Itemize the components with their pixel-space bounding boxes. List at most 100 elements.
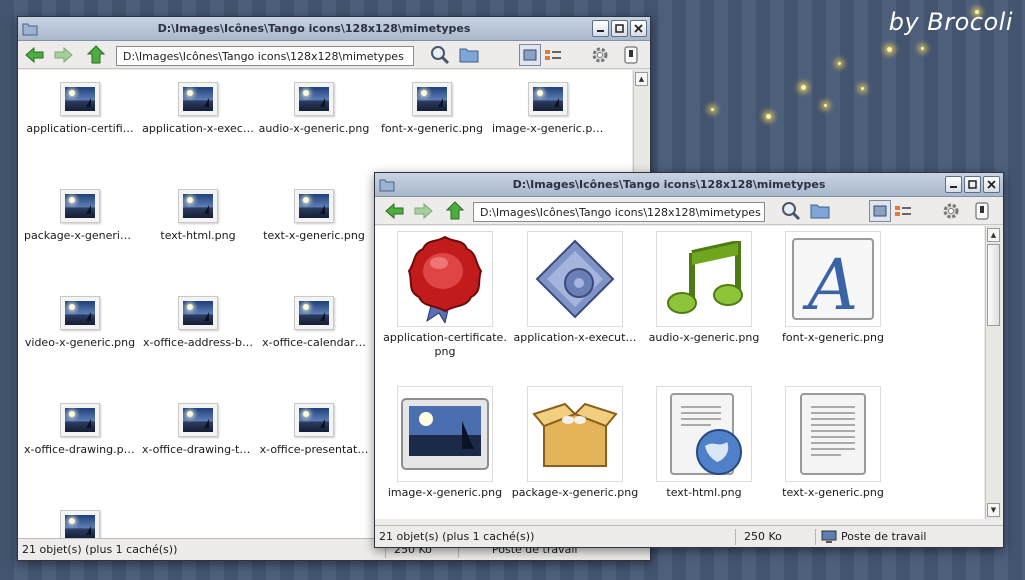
close-button[interactable] [630, 20, 647, 37]
file-item[interactable]: application-certificate. png [381, 231, 509, 359]
file-item[interactable]: font-x-generic.png [376, 82, 488, 136]
scroll-up-button[interactable]: ▲ [987, 228, 1000, 242]
file-name: video-x-generic.png [24, 336, 136, 349]
image-file-icon [528, 82, 568, 116]
folder-icon[interactable] [458, 44, 480, 66]
detail-view-icon[interactable] [892, 200, 914, 222]
address-bar[interactable]: D:\Images\Icônes\Tango icons\128x128\mim… [473, 202, 765, 222]
icon-view-icon[interactable] [869, 200, 891, 222]
status-bar: 21 objet(s) (plus 1 caché(s)) 250 Ko Pos… [375, 525, 1003, 547]
folder-icon[interactable] [809, 200, 831, 222]
sparkle [861, 87, 864, 90]
file-name: application-x-execut… [513, 331, 637, 344]
maximize-button[interactable] [964, 176, 981, 193]
gear-icon[interactable] [589, 44, 611, 66]
file-item[interactable]: text-x-generic.png [258, 189, 370, 243]
file-item[interactable]: application-x-exec… [142, 82, 254, 136]
forward-arrow-icon[interactable] [412, 200, 434, 222]
close-button[interactable] [983, 176, 1000, 193]
file-item[interactable]: package-x-generic… [24, 189, 136, 243]
scroll-up-button[interactable]: ▲ [635, 72, 648, 86]
text-icon [785, 386, 881, 482]
detail-view-icon[interactable] [542, 44, 564, 66]
file-name: font-x-generic.png [381, 122, 483, 135]
sparkle [975, 10, 979, 14]
gear-icon[interactable] [940, 200, 962, 222]
file-item[interactable]: x-office-calendar… [258, 296, 370, 350]
panel-toggle-icon[interactable] [971, 200, 993, 222]
file-name: x-office-drawing-te… [142, 443, 254, 456]
image-file-icon [294, 296, 334, 330]
file-item[interactable]: image-x-generic.png [492, 82, 604, 136]
file-item[interactable] [24, 510, 136, 539]
file-item[interactable]: image-x-generic.png [381, 386, 509, 500]
file-name: x-office-presentat… [259, 443, 369, 456]
sparkle [711, 108, 714, 111]
up-arrow-icon[interactable] [85, 44, 107, 66]
svg-text:A: A [802, 244, 859, 323]
title-bar[interactable]: D:\Images\Icônes\Tango icons\128x128\mim… [18, 17, 650, 41]
title-bar[interactable]: D:\Images\Icônes\Tango icons\128x128\mim… [375, 173, 1003, 197]
file-name: application-certifi… [26, 122, 134, 135]
file-name: font-x-generic.png [782, 331, 884, 344]
file-item[interactable]: application-certifi… [24, 82, 136, 136]
file-item[interactable]: text-x-generic.png [769, 386, 897, 500]
file-name: application-x-exec… [142, 122, 254, 135]
executable-icon [527, 231, 623, 327]
search-icon[interactable] [429, 44, 451, 66]
scroll-down-button[interactable]: ▼ [987, 503, 1000, 517]
file-name: text-x-generic.png [263, 229, 365, 242]
icon-view-icon[interactable] [519, 44, 541, 66]
scroll-thumb[interactable] [987, 244, 1000, 326]
image-file-icon [294, 189, 334, 223]
file-item[interactable]: x-office-presentat… [258, 403, 370, 457]
back-arrow-icon[interactable] [384, 200, 406, 222]
status-location: Poste de travail [841, 530, 927, 543]
signature-text: by Brocoli [888, 8, 1013, 36]
file-name: package-x-generic.png [511, 486, 639, 499]
file-item[interactable]: audio-x-generic.png [258, 82, 370, 136]
file-item[interactable]: text-html.png [142, 189, 254, 243]
up-arrow-icon[interactable] [444, 200, 466, 222]
image-file-icon [60, 296, 100, 330]
file-manager-window-front: D:\Images\Icônes\Tango icons\128x128\mim… [374, 172, 1004, 548]
file-name: x-office-calendar… [262, 336, 366, 349]
file-item[interactable]: video-x-generic.png [24, 296, 136, 350]
file-name: audio-x-generic.png [258, 122, 370, 135]
file-item[interactable]: A font-x-generic.png [769, 231, 897, 345]
status-divider [735, 529, 736, 545]
audio-icon [656, 231, 752, 327]
image-file-icon [60, 510, 100, 539]
maximize-button[interactable] [611, 20, 628, 37]
image-file-icon [178, 189, 218, 223]
toolbar: D:\Images\Icônes\Tango icons\128x128\mim… [375, 197, 1003, 225]
image-file-icon [178, 403, 218, 437]
minimize-button[interactable] [945, 176, 962, 193]
image-file-icon [294, 403, 334, 437]
file-item[interactable]: x-office-drawing.png [24, 403, 136, 457]
forward-arrow-icon[interactable] [52, 44, 74, 66]
search-icon[interactable] [780, 200, 802, 222]
minimize-button[interactable] [592, 20, 609, 37]
vertical-scrollbar[interactable]: ▲ ▼ [985, 226, 1001, 519]
folder-icon [379, 178, 395, 195]
sparkle [766, 114, 771, 119]
window-title: D:\Images\Icônes\Tango icons\128x128\mim… [512, 178, 826, 191]
file-item[interactable]: application-x-execut… [511, 231, 639, 345]
file-name: audio-x-generic.png [648, 331, 760, 344]
file-item[interactable]: x-office-drawing-te… [142, 403, 254, 457]
file-item[interactable]: package-x-generic.png [511, 386, 639, 500]
image-icon [397, 386, 493, 482]
file-item[interactable]: text-html.png [640, 386, 768, 500]
panel-toggle-icon[interactable] [620, 44, 642, 66]
back-arrow-icon[interactable] [24, 44, 46, 66]
file-list: application-certificate. png application… [375, 226, 984, 519]
image-file-icon [294, 82, 334, 116]
sparkle [838, 62, 841, 65]
status-count: 21 objet(s) (plus 1 caché(s)) [22, 543, 178, 556]
file-name: text-html.png [666, 486, 742, 499]
file-item[interactable]: x-office-address-b… [142, 296, 254, 350]
file-name: x-office-address-b… [143, 336, 253, 349]
file-item[interactable]: audio-x-generic.png [640, 231, 768, 345]
address-bar[interactable]: D:\Images\Icônes\Tango icons\128x128\mim… [116, 46, 414, 66]
